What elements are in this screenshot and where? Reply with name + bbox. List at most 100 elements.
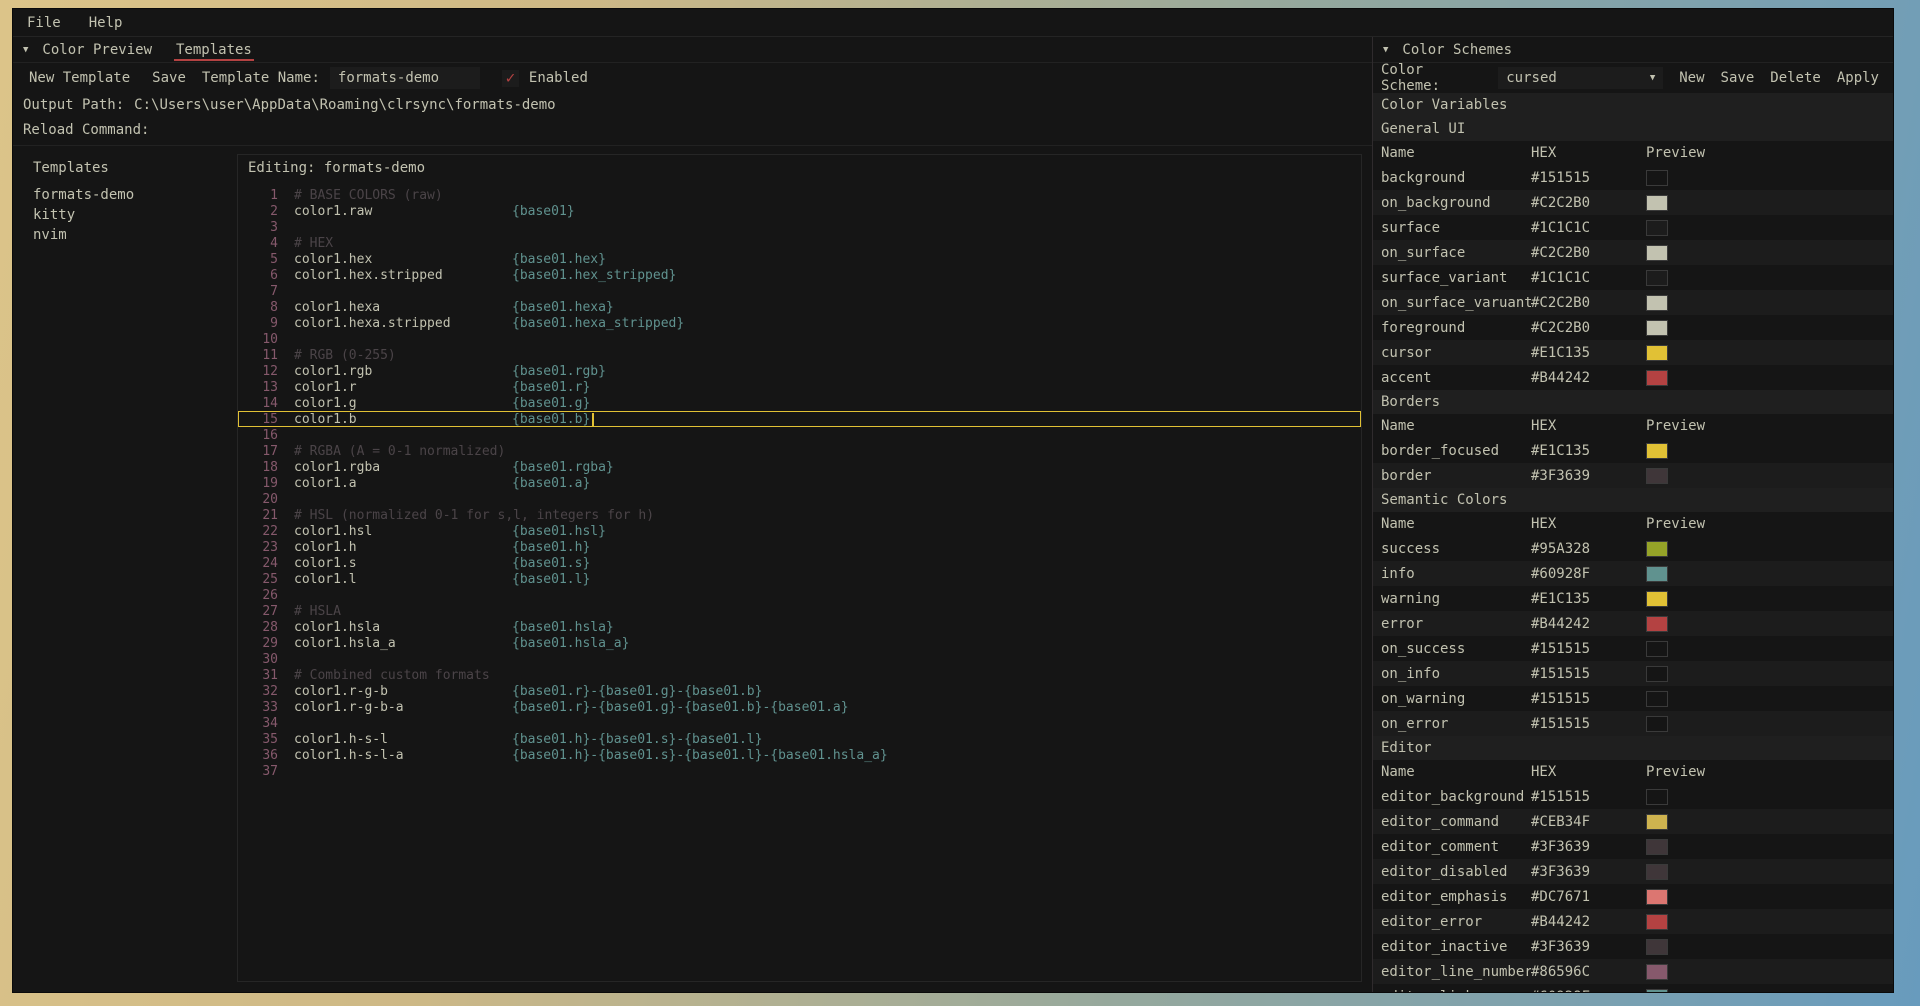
code-line-15[interactable]: 15color1.b{base01.b} <box>238 411 1361 427</box>
template-name-input[interactable] <box>330 67 480 89</box>
code-key: color1.h-s-l-a <box>294 748 512 763</box>
section-header-borders[interactable]: Borders <box>1373 390 1893 414</box>
code-line-24[interactable]: 24color1.s{base01.s} <box>238 555 1361 571</box>
table-row-editor-link[interactable]: editor_link#60928F <box>1373 984 1893 992</box>
code-line-28[interactable]: 28color1.hsla{base01.hsla} <box>238 619 1361 635</box>
table-row-foreground[interactable]: foreground#C2C2B0 <box>1373 315 1893 340</box>
table-row-border[interactable]: border#3F3639 <box>1373 463 1893 488</box>
table-row-accent[interactable]: accent#B44242 <box>1373 365 1893 390</box>
table-row-cursor[interactable]: cursor#E1C135 <box>1373 340 1893 365</box>
table-row-editor-line-number[interactable]: editor_line_number#86596C <box>1373 959 1893 984</box>
table-row-on-info[interactable]: on_info#151515 <box>1373 661 1893 686</box>
code-line-9[interactable]: 9color1.hexa.stripped{base01.hexa_stripp… <box>238 315 1361 331</box>
table-row-editor-comment[interactable]: editor_comment#3F3639 <box>1373 834 1893 859</box>
code-line-29[interactable]: 29color1.hsla_a{base01.hsla_a} <box>238 635 1361 651</box>
scheme-new-button[interactable]: New <box>1673 68 1710 88</box>
template-item-nvim[interactable]: nvim <box>31 226 223 246</box>
table-row-on-background[interactable]: on_background#C2C2B0 <box>1373 190 1893 215</box>
code-line-35[interactable]: 35color1.h-s-l{base01.h}-{base01.s}-{bas… <box>238 731 1361 747</box>
code-line-12[interactable]: 12color1.rgb{base01.rgb} <box>238 363 1361 379</box>
tab-color-preview[interactable]: Color Preview <box>40 37 154 62</box>
table-row-on-surface-varuant[interactable]: on_surface_varuant#C2C2B0 <box>1373 290 1893 315</box>
code-line-23[interactable]: 23color1.h{base01.h} <box>238 539 1361 555</box>
table-row-editor-inactive[interactable]: editor_inactive#3F3639 <box>1373 934 1893 959</box>
line-number: 31 <box>238 668 278 683</box>
tab-templates[interactable]: Templates <box>174 37 254 62</box>
table-row-surface-variant[interactable]: surface_variant#1C1C1C <box>1373 265 1893 290</box>
code-line-30[interactable]: 30 <box>238 651 1361 667</box>
tab-color-schemes[interactable]: Color Schemes <box>1400 37 1514 62</box>
scheme-save-button[interactable]: Save <box>1715 68 1761 88</box>
save-template-button[interactable]: Save <box>146 68 192 88</box>
table-row-on-warning[interactable]: on_warning#151515 <box>1373 686 1893 711</box>
color-swatch <box>1646 468 1668 484</box>
code-line-31[interactable]: 31# Combined custom formats <box>238 667 1361 683</box>
code-line-10[interactable]: 10 <box>238 331 1361 347</box>
menu-item-help[interactable]: Help <box>89 15 123 31</box>
color-swatch <box>1646 964 1668 980</box>
code-line-8[interactable]: 8color1.hexa{base01.hexa} <box>238 299 1361 315</box>
code-line-32[interactable]: 32color1.r-g-b{base01.r}-{base01.g}-{bas… <box>238 683 1361 699</box>
table-row-success[interactable]: success#95A328 <box>1373 536 1893 561</box>
code-line-3[interactable]: 3 <box>238 219 1361 235</box>
color-table-semantic-colors: NameHEXPreviewsuccess#95A328info#60928Fw… <box>1373 512 1893 736</box>
scheme-delete-button[interactable]: Delete <box>1764 68 1827 88</box>
code-line-1[interactable]: 1# BASE COLORS (raw) <box>238 187 1361 203</box>
table-row-info[interactable]: info#60928F <box>1373 561 1893 586</box>
collapse-arrow-icon[interactable]: ▼ <box>23 45 28 55</box>
enabled-checkbox[interactable]: ✓ <box>502 70 519 87</box>
code-key: color1.r-g-b <box>294 684 512 699</box>
new-template-button[interactable]: New Template <box>23 68 136 88</box>
code-line-14[interactable]: 14color1.g{base01.g} <box>238 395 1361 411</box>
code-line-36[interactable]: 36color1.h-s-l-a{base01.h}-{base01.s}-{b… <box>238 747 1361 763</box>
code-line-11[interactable]: 11# RGB (0-255) <box>238 347 1361 363</box>
right-tab-bar: ▼ Color Schemes <box>1373 37 1893 63</box>
code-line-18[interactable]: 18color1.rgba{base01.rgba} <box>238 459 1361 475</box>
table-row-background[interactable]: background#151515 <box>1373 165 1893 190</box>
collapse-arrow-icon[interactable]: ▼ <box>1383 45 1388 55</box>
table-row-error[interactable]: error#B44242 <box>1373 611 1893 636</box>
code-line-17[interactable]: 17# RGBA (A = 0-1 normalized) <box>238 443 1361 459</box>
code-line-16[interactable]: 16 <box>238 427 1361 443</box>
code-line-26[interactable]: 26 <box>238 587 1361 603</box>
table-row-editor-command[interactable]: editor_command#CEB34F <box>1373 809 1893 834</box>
code-line-33[interactable]: 33color1.r-g-b-a{base01.r}-{base01.g}-{b… <box>238 699 1361 715</box>
table-row-on-success[interactable]: on_success#151515 <box>1373 636 1893 661</box>
code-line-22[interactable]: 22color1.hsl{base01.hsl} <box>238 523 1361 539</box>
code-line-34[interactable]: 34 <box>238 715 1361 731</box>
table-row-on-error[interactable]: on_error#151515 <box>1373 711 1893 736</box>
table-row-on-surface[interactable]: on_surface#C2C2B0 <box>1373 240 1893 265</box>
code-area[interactable]: 1# BASE COLORS (raw)2color1.raw{base01}3… <box>238 183 1361 981</box>
code-line-21[interactable]: 21# HSL (normalized 0-1 for s,l, integer… <box>238 507 1361 523</box>
var-preview <box>1646 716 1893 732</box>
code-line-20[interactable]: 20 <box>238 491 1361 507</box>
section-header-semantic-colors[interactable]: Semantic Colors <box>1373 488 1893 512</box>
code-line-37[interactable]: 37 <box>238 763 1361 779</box>
code-line-27[interactable]: 27# HSLA <box>238 603 1361 619</box>
section-header-general-ui[interactable]: General UI <box>1373 117 1893 141</box>
code-line-4[interactable]: 4# HEX <box>238 235 1361 251</box>
scheme-apply-button[interactable]: Apply <box>1831 68 1885 88</box>
code-line-2[interactable]: 2color1.raw{base01} <box>238 203 1361 219</box>
code-line-5[interactable]: 5color1.hex{base01.hex} <box>238 251 1361 267</box>
code-line-19[interactable]: 19color1.a{base01.a} <box>238 475 1361 491</box>
color-scheme-select[interactable]: cursed ▼ <box>1498 67 1663 89</box>
table-row-border-focused[interactable]: border_focused#E1C135 <box>1373 438 1893 463</box>
line-number: 19 <box>238 476 278 491</box>
table-row-editor-background[interactable]: editor_background#151515 <box>1373 784 1893 809</box>
table-row-editor-disabled[interactable]: editor_disabled#3F3639 <box>1373 859 1893 884</box>
code-line-7[interactable]: 7 <box>238 283 1361 299</box>
table-row-surface[interactable]: surface#1C1C1C <box>1373 215 1893 240</box>
var-hex: #1C1C1C <box>1531 270 1646 286</box>
section-header-editor[interactable]: Editor <box>1373 736 1893 760</box>
template-item-formats-demo[interactable]: formats-demo <box>31 186 223 206</box>
template-item-kitty[interactable]: kitty <box>31 206 223 226</box>
table-row-editor-emphasis[interactable]: editor_emphasis#DC7671 <box>1373 884 1893 909</box>
table-row-warning[interactable]: warning#E1C135 <box>1373 586 1893 611</box>
color-variables-header[interactable]: Color Variables <box>1373 93 1893 117</box>
code-line-25[interactable]: 25color1.l{base01.l} <box>238 571 1361 587</box>
table-row-editor-error[interactable]: editor_error#B44242 <box>1373 909 1893 934</box>
code-line-13[interactable]: 13color1.r{base01.r} <box>238 379 1361 395</box>
code-line-6[interactable]: 6color1.hex.stripped{base01.hex_stripped… <box>238 267 1361 283</box>
menu-item-file[interactable]: File <box>27 15 61 31</box>
